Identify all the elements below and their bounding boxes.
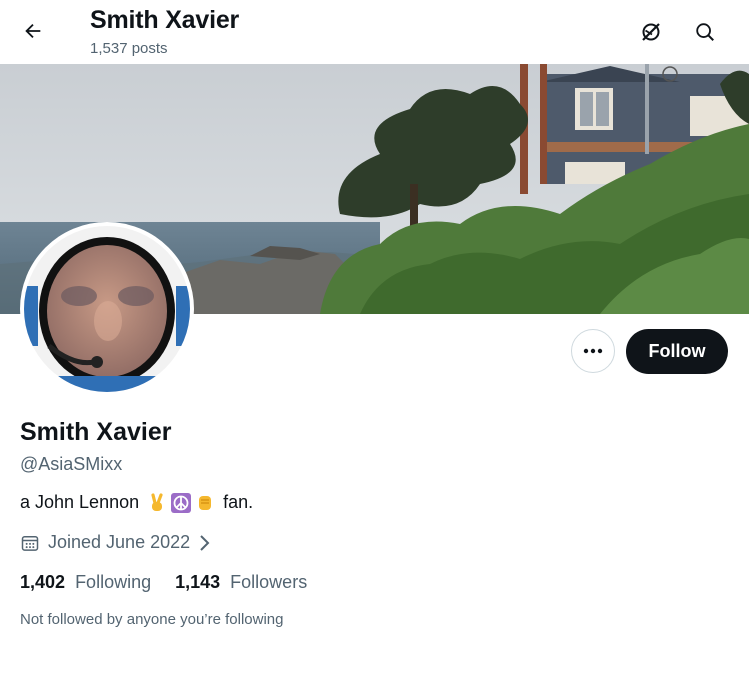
more-options-button[interactable]: [571, 329, 615, 373]
back-button[interactable]: [16, 14, 50, 48]
follow-button[interactable]: Follow: [626, 329, 728, 374]
profile-handle: @AsiaSMixx: [20, 454, 123, 474]
following-link[interactable]: 1,402 Following: [20, 572, 151, 593]
followed-by-note: Not followed by anyone you’re following: [20, 611, 284, 628]
calendar-icon: [21, 535, 39, 551]
back-arrow-icon: [25, 23, 41, 39]
follow-stats: 1,402 Following 1,143 Followers: [20, 572, 307, 593]
grok-icon: [642, 23, 660, 41]
followers-label: Followers: [230, 572, 308, 592]
bio-suffix: fan.: [223, 492, 254, 512]
search-icon: [696, 23, 714, 41]
following-count: 1,402: [20, 572, 66, 592]
more-dots-icon: [583, 348, 603, 354]
followers-count: 1,143: [175, 572, 221, 592]
chevron-right-icon: [200, 534, 210, 551]
profile-name: Smith Xavier: [20, 418, 172, 446]
profile-bio: a John Lennon fan.: [20, 492, 253, 513]
joined-text: Joined June 2022: [48, 532, 191, 552]
header-title: Smith Xavier: [90, 6, 240, 34]
raised-fist-emoji: [199, 495, 212, 510]
avatar[interactable]: [20, 222, 194, 396]
following-label: Following: [75, 572, 152, 592]
search-button[interactable]: [688, 15, 722, 49]
followers-link[interactable]: 1,143 Followers: [175, 572, 307, 593]
joined-date[interactable]: Joined June 2022: [20, 532, 212, 553]
avatar-image: [24, 226, 190, 392]
profile-header: Smith Xavier 1,537 posts: [0, 0, 749, 64]
victory-hand-emoji: [151, 492, 163, 511]
bio-text: a John Lennon: [20, 492, 140, 512]
peace-symbol-emoji: [171, 492, 192, 513]
posts-count: 1,537 posts: [90, 40, 168, 57]
grok-button[interactable]: [634, 15, 668, 49]
